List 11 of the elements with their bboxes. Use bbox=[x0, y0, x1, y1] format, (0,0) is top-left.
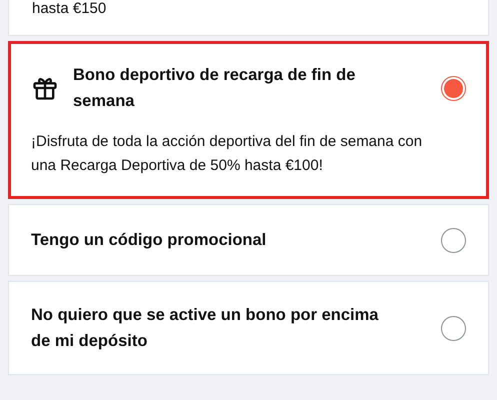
offer-title: Bono deportivo de recarga de fin de semana bbox=[73, 65, 356, 112]
offer-card[interactable]: Tengo un código promocional bbox=[8, 204, 489, 276]
radio-button[interactable] bbox=[441, 316, 466, 340]
offer-title: Tengo un código promocional bbox=[31, 230, 268, 251]
offer-card[interactable]: Bono deportivo de recarga de fin de semana ¡Disfruta de toda la acción deportiva del fin de semana con una Recarga Deportiva de 50% hasta €100! bbox=[8, 41, 489, 199]
offer-card[interactable]: No quiero que se active un bono por encima de mi depósito bbox=[8, 281, 489, 375]
radio-button[interactable] bbox=[441, 76, 466, 100]
radio-button[interactable] bbox=[441, 228, 466, 252]
offer-description: ¡Disfruta de toda la acción deportiva del fin de semana con una Recarga Deportiva de 50% hasta €100! bbox=[31, 132, 424, 176]
offer-description: hasta €150 bbox=[32, 0, 106, 18]
offer-title: No quiero que se active un bono por encima de mi depósito bbox=[31, 305, 380, 352]
